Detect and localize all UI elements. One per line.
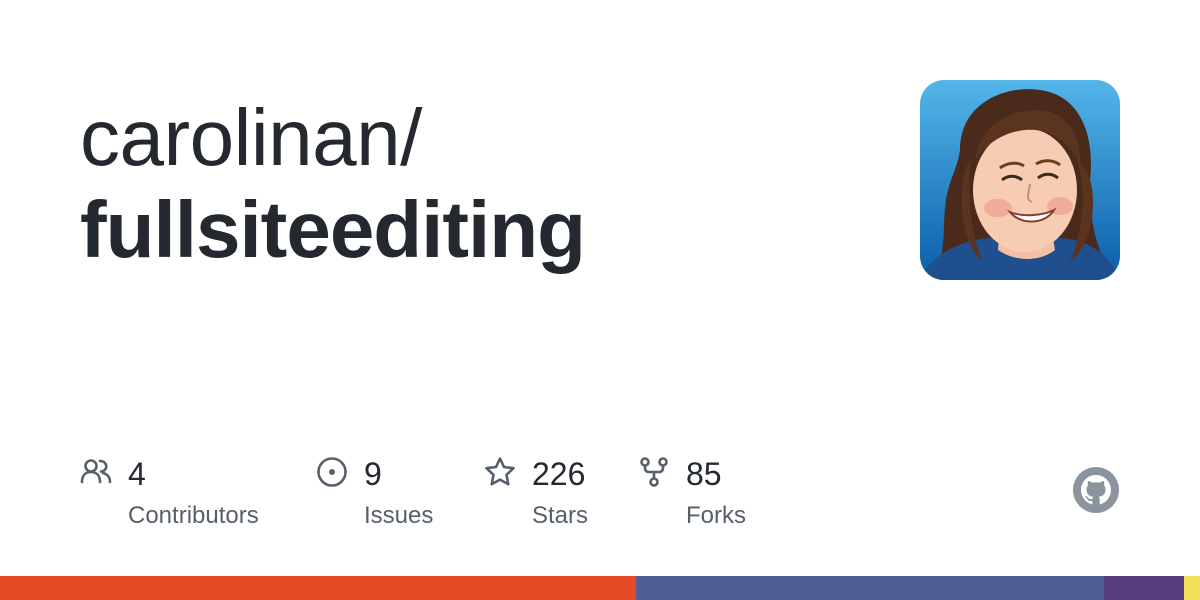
issue-opened-icon [317, 457, 347, 487]
github-mark-icon[interactable] [1072, 466, 1120, 514]
language-bar [0, 576, 1200, 600]
stat-value: 9 [364, 456, 382, 492]
stat-label: Forks [686, 502, 746, 529]
stat-value: 85 [686, 456, 722, 492]
stat-value: 4 [128, 456, 146, 492]
stat-label: Stars [532, 502, 589, 529]
language-segment [636, 576, 1104, 600]
language-segment [1104, 576, 1185, 600]
repo-social-card: carolinan/ fullsiteediting 4 Contributor… [0, 0, 1200, 600]
repo-title: carolinan/ fullsiteediting [80, 92, 860, 276]
star-icon [485, 457, 515, 486]
repo-stats: 4 Contributors 9 Issues 226 Stars 85 For… [80, 452, 840, 542]
stat-label: Contributors [128, 502, 259, 529]
avatar[interactable] [920, 80, 1120, 280]
stat-label: Issues [364, 502, 434, 529]
language-segment [0, 576, 636, 600]
user-avatar-illustration [920, 80, 1120, 280]
repo-owner[interactable]: carolinan/ [80, 92, 860, 184]
repo-forked-icon [640, 457, 668, 487]
stat-value: 226 [532, 456, 586, 492]
people-icon [80, 459, 112, 484]
repo-name[interactable]: fullsiteediting [80, 184, 860, 276]
language-segment [1184, 576, 1200, 600]
